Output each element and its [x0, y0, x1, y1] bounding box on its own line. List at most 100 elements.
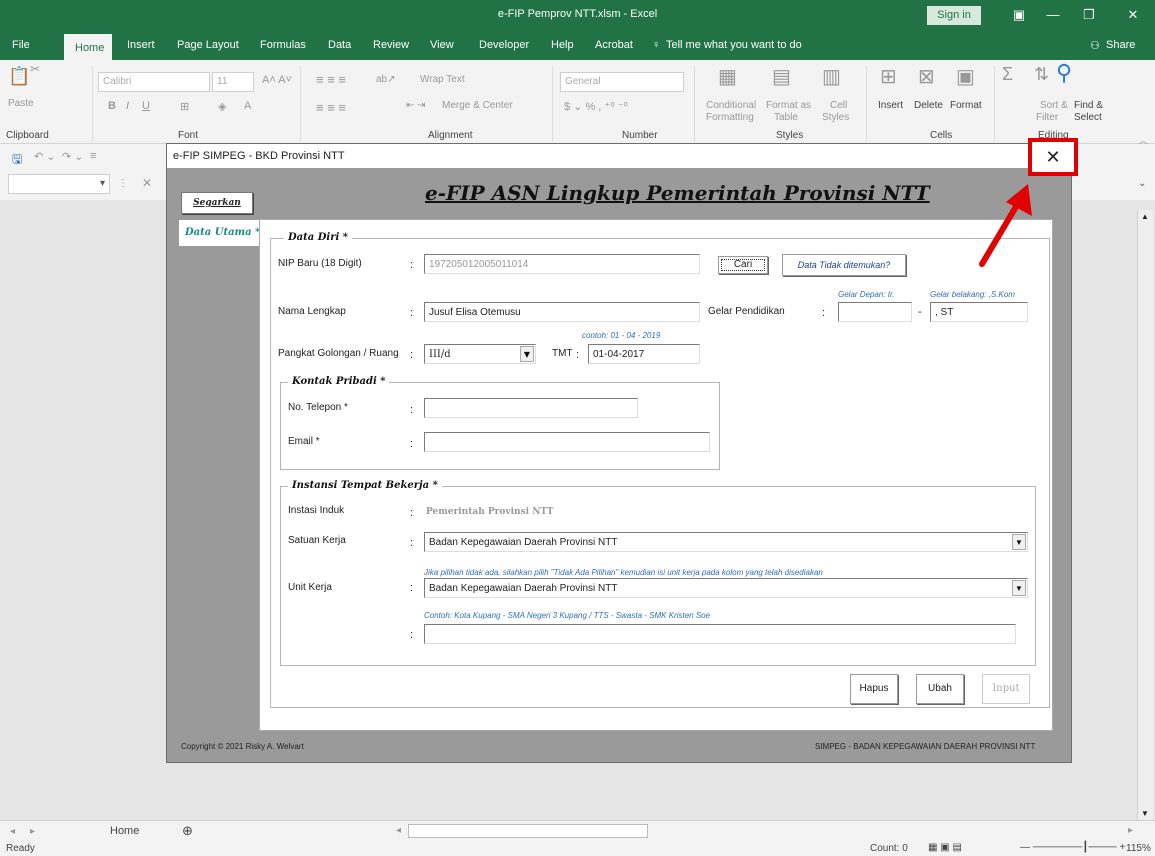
tab-developer[interactable]: Developer [479, 39, 529, 51]
window-close-icon[interactable]: ✕ [1122, 5, 1144, 25]
tab-page-layout[interactable]: Page Layout [177, 39, 239, 51]
chevron-down-icon[interactable]: ▼ [520, 346, 534, 362]
insert-cells-button[interactable]: Insert [878, 100, 903, 111]
horizontal-scrollbar[interactable] [408, 824, 648, 838]
indent-icon[interactable]: ⇤ ⇥ [406, 100, 426, 111]
chevron-down-icon[interactable]: ▼ [1012, 534, 1026, 550]
scroll-up-icon[interactable]: ▲ [1141, 212, 1149, 221]
unit-kerja-other-field[interactable] [424, 624, 1016, 644]
zoom-slider[interactable]: — ───────┃──── + [1020, 842, 1125, 853]
tab-view[interactable]: View [430, 39, 454, 51]
next-sheet-icon[interactable]: ▸ [30, 826, 35, 837]
prev-sheet-icon[interactable]: ◂ [10, 826, 15, 837]
autosum-icon[interactable]: Σ [1002, 64, 1013, 85]
expand-formula-icon[interactable]: ⌄ [1138, 178, 1146, 189]
format-cells-icon[interactable]: ▣ [956, 64, 975, 89]
sheet-tab-home[interactable]: Home [110, 825, 139, 837]
fill-color-icon[interactable]: ◈ [218, 100, 226, 113]
scroll-down-icon[interactable]: ▼ [1141, 809, 1149, 818]
delete-cells-icon[interactable]: ⊠ [918, 64, 935, 89]
number-format-select[interactable]: General [560, 72, 684, 92]
currency-icon[interactable]: $ ⌄ % , ⁺⁰ ⁻⁰ [564, 100, 628, 113]
sort-filter-icon[interactable]: ⇅ [1034, 64, 1049, 85]
refresh-button[interactable]: Segarkan [181, 192, 253, 214]
restore-icon[interactable]: ❐ [1078, 5, 1100, 25]
data-not-found-button[interactable]: Data Tidak ditemukan? [782, 254, 906, 276]
wrap-text-button[interactable]: Wrap Text [420, 74, 465, 85]
email-field[interactable] [424, 432, 710, 452]
tell-me-search[interactable]: Tell me what you want to do [666, 39, 802, 51]
vertical-scrollbar[interactable]: ▲ ▼ [1137, 210, 1153, 820]
cell-styles-button[interactable]: Cell [830, 100, 847, 111]
ribbon: 📋 ✂ Paste Clipboard Calibri 11 A˄ A˅ B I… [0, 60, 1155, 147]
search-button[interactable]: Cari [718, 256, 768, 274]
font-color-icon[interactable]: A [244, 100, 251, 112]
delete-cells-button[interactable]: Delete [914, 100, 943, 111]
cancel-icon[interactable]: ✕ [142, 176, 152, 190]
find-select-icon[interactable]: ⚲ [1056, 60, 1072, 86]
borders-icon[interactable]: ⊞ [180, 100, 189, 113]
satker-select[interactable]: Badan Kepegawaian Daerah Provinsi NTT ▼ [424, 532, 1028, 552]
name-box[interactable]: ▾ [8, 174, 110, 194]
unit-kerja-select[interactable]: Badan Kepegawaian Daerah Provinsi NTT ▼ [424, 578, 1028, 598]
format-as-table-icon[interactable]: ▤ [772, 64, 791, 89]
input-button[interactable]: Input [982, 674, 1030, 704]
gelar-depan-field[interactable] [838, 302, 912, 322]
font-size-select[interactable]: 11 [212, 72, 254, 92]
sort-filter-button[interactable]: Sort & [1040, 100, 1068, 111]
tab-acrobat[interactable]: Acrobat [595, 39, 633, 51]
delete-button[interactable]: Hapus [850, 674, 898, 704]
paste-label[interactable]: Paste [8, 98, 34, 109]
dialog-close-button[interactable]: ✕ [1028, 138, 1078, 176]
nama-field[interactable]: Jusuf Elisa Otemusu [424, 302, 700, 322]
cut-icon[interactable]: ✂ [30, 62, 40, 76]
align-top-icon[interactable]: ≡ ≡ ≡ [316, 72, 346, 87]
update-button[interactable]: Ubah [916, 674, 964, 704]
tab-data-utama[interactable]: Data Utama * [179, 220, 261, 246]
pangkat-select[interactable]: III/d ▼ [424, 344, 536, 364]
alignment-group-label: Alignment [428, 130, 473, 141]
tab-help[interactable]: Help [551, 39, 574, 51]
undo-icon[interactable]: ↶ ⌄ [34, 150, 56, 163]
find-select-button[interactable]: Find & [1074, 100, 1103, 111]
orientation-icon[interactable]: ab↗ [376, 74, 396, 85]
tab-data[interactable]: Data [328, 39, 351, 51]
tmt-field[interactable]: 01-04-2017 [588, 344, 700, 364]
merge-center-button[interactable]: Merge & Center [442, 100, 513, 111]
gelar-belakang-field[interactable]: , ST [930, 302, 1028, 322]
add-sheet-icon[interactable]: ⊕ [182, 823, 193, 839]
format-cells-button[interactable]: Format [950, 100, 982, 111]
conditional-formatting-button[interactable]: Conditional [706, 100, 756, 111]
redo-icon[interactable]: ↷ ⌄ [62, 150, 84, 163]
bold-icon[interactable]: B [108, 100, 116, 112]
paste-icon[interactable]: 📋 [8, 66, 30, 87]
colon: : [410, 582, 414, 594]
cell-styles-icon[interactable]: ▥ [822, 64, 841, 89]
telp-field[interactable] [424, 398, 638, 418]
tab-review[interactable]: Review [373, 39, 409, 51]
ribbon-display-icon[interactable]: ▣ [1008, 5, 1030, 25]
customize-qat-icon[interactable]: ≡ [90, 150, 96, 162]
horizontal-scroll-right-icon[interactable]: ▸ [1128, 825, 1133, 836]
format-as-table-button[interactable]: Format as [766, 100, 811, 111]
grow-font-icon[interactable]: A˄ A˅ [262, 74, 292, 86]
insert-cells-icon[interactable]: ⊞ [880, 64, 897, 89]
font-name-select[interactable]: Calibri [98, 72, 210, 92]
align-left-icon[interactable]: ≡ ≡ ≡ [316, 100, 346, 115]
colon: : [410, 307, 414, 319]
italic-icon[interactable]: I [126, 100, 129, 112]
sign-in-button[interactable]: Sign in [927, 6, 981, 25]
conditional-formatting-icon[interactable]: ▦ [718, 64, 737, 89]
nip-field[interactable]: 197205012005011014 [424, 254, 700, 274]
chevron-down-icon[interactable]: ▼ [1012, 580, 1026, 596]
zoom-level[interactable]: 115% [1126, 843, 1151, 854]
minimize-icon[interactable]: — [1042, 5, 1064, 25]
tab-formulas[interactable]: Formulas [260, 39, 306, 51]
underline-icon[interactable]: U [142, 100, 150, 112]
tab-home[interactable]: Home [64, 34, 112, 60]
normal-view-icon[interactable]: ▦ ▣ ▤ [928, 842, 962, 853]
horizontal-scroll-left-icon[interactable]: ◂ [396, 825, 401, 836]
tab-insert[interactable]: Insert [127, 39, 155, 51]
tab-file[interactable]: File [12, 39, 30, 51]
share-button[interactable]: Share [1106, 39, 1135, 51]
